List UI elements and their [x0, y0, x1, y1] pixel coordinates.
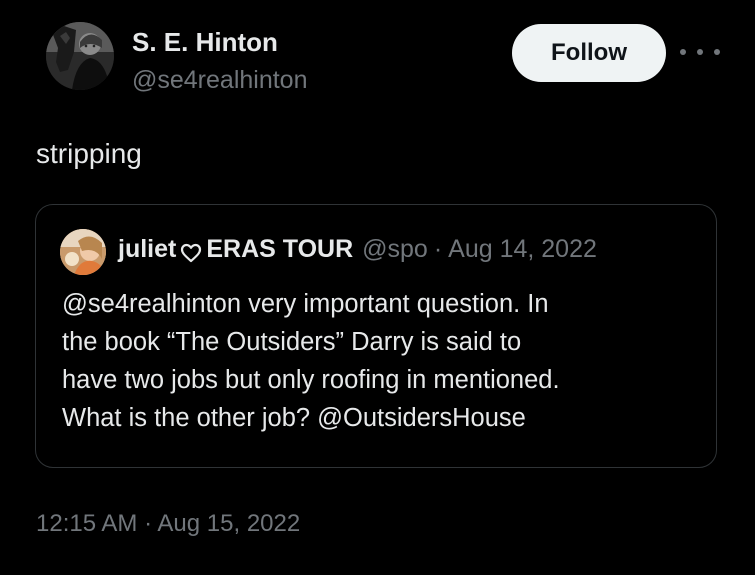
tweet-time: 12:15 AM	[36, 510, 138, 537]
more-dot-icon	[697, 49, 703, 55]
quoted-separator: ·	[433, 235, 443, 263]
follow-button[interactable]: Follow	[512, 24, 666, 82]
quoted-text-line: @se4realhinton very important question. …	[62, 290, 549, 318]
quoted-author-handle[interactable]: @spo	[362, 235, 428, 264]
quoted-avatar-image	[60, 229, 106, 275]
author-avatar[interactable]	[46, 22, 114, 90]
quoted-tweet-card[interactable]: juliet ERAS TOUR @spo · Aug 14, 2022 @se…	[35, 204, 717, 468]
more-horizontal-icon[interactable]	[680, 40, 720, 64]
tweet-date: Aug 15, 2022	[157, 510, 301, 537]
more-dot-icon	[714, 49, 720, 55]
more-dot-icon	[680, 49, 686, 55]
quoted-text-line: have two jobs but only roofing in mentio…	[62, 366, 560, 394]
quoted-author-name-part1[interactable]: juliet	[118, 235, 176, 264]
author-name[interactable]: S. E. Hinton	[132, 27, 278, 58]
tweet-timestamp[interactable]: 12:15 AM · Aug 15, 2022	[36, 510, 300, 538]
quoted-author-name-part2[interactable]: ERAS TOUR	[206, 235, 353, 264]
quoted-tweet-header: juliet ERAS TOUR @spo · Aug 14, 2022	[118, 235, 597, 264]
quoted-text-line: the book “The Outsiders” Darry is said t…	[62, 328, 522, 356]
quoted-tweet-text: @se4realhinton very important question. …	[62, 285, 702, 437]
author-handle[interactable]: @se4realhinton	[132, 66, 308, 95]
timestamp-separator: ·	[144, 510, 153, 537]
tweet-text: stripping	[36, 138, 142, 169]
quoted-text-line: What is the other job? @OutsidersHouse	[62, 404, 526, 432]
heart-outline-icon	[180, 241, 202, 262]
avatar-image	[46, 22, 114, 90]
tweet-container: S. E. Hinton @se4realhinton Follow strip…	[0, 0, 755, 575]
quoted-tweet-date[interactable]: Aug 14, 2022	[448, 235, 597, 264]
quoted-author-avatar[interactable]	[60, 229, 106, 275]
